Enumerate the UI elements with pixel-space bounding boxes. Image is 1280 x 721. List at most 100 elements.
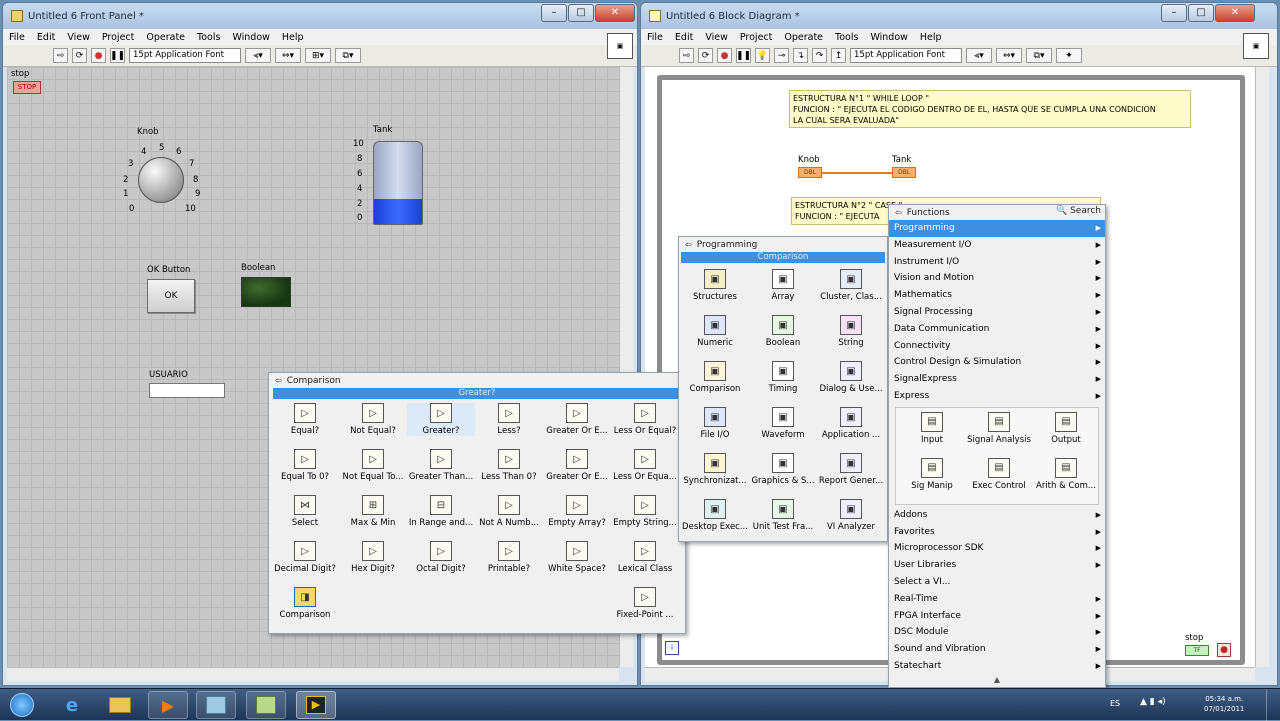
- functions-category-connectivity[interactable]: Connectivity ▶: [889, 338, 1105, 355]
- abort-icon[interactable]: ●: [717, 48, 732, 63]
- comparison-item-greater[interactable]: ▷ Greater?: [407, 403, 475, 436]
- start-button[interactable]: [2, 691, 42, 719]
- comparison-item-greater-or-e[interactable]: ▷ Greater Or E...: [543, 449, 611, 482]
- menu-operate[interactable]: Operate: [146, 32, 185, 43]
- express-item-input[interactable]: ▤ Input: [898, 411, 966, 445]
- programming-item-comparison[interactable]: ▣ Comparison: [681, 361, 749, 394]
- abort-icon[interactable]: ●: [91, 48, 106, 63]
- comparison-item-not-equal[interactable]: ▷ Not Equal?: [339, 403, 407, 436]
- programming-item-desktop-exec[interactable]: ▣ Desktop Exec...: [681, 499, 749, 532]
- block-diagram-vscroll[interactable]: [1255, 67, 1269, 667]
- functions-category-sound-and-vibration[interactable]: Sound and Vibration ▶: [889, 641, 1105, 658]
- comparison-palette-title[interactable]: ⇦ Comparison: [269, 373, 685, 388]
- expand-up-icon[interactable]: ▲: [889, 675, 1105, 684]
- cleanup-diagram-icon[interactable]: ✦: [1056, 48, 1082, 63]
- ok-button[interactable]: OK: [147, 279, 195, 313]
- stop-button[interactable]: STOP: [13, 81, 41, 94]
- align-objects-icon[interactable]: ⫷▾: [245, 48, 271, 63]
- reorder-icon[interactable]: ⧉▾: [335, 48, 361, 63]
- functions-category-user-libraries[interactable]: User Libraries ▶: [889, 557, 1105, 574]
- programming-palette-title[interactable]: ⇦ Programming: [679, 237, 887, 252]
- programming-item-array[interactable]: ▣ Array: [749, 269, 817, 302]
- taskbar-explorer[interactable]: [100, 691, 140, 719]
- comparison-item-empty-string[interactable]: ▷ Empty String...: [611, 495, 679, 528]
- run-continuous-icon[interactable]: ⟳: [698, 48, 713, 63]
- programming-item-synchronizat[interactable]: ▣ Synchronizat...: [681, 453, 749, 486]
- menu-window[interactable]: Window: [232, 32, 269, 43]
- comparison-item-printable[interactable]: ▷ Printable?: [475, 541, 543, 574]
- knob-terminal[interactable]: DBL: [798, 167, 822, 178]
- programming-item-dialog-use[interactable]: ▣ Dialog & Use...: [817, 361, 885, 394]
- functions-category-fpga-interface[interactable]: FPGA Interface ▶: [889, 608, 1105, 625]
- menu-project[interactable]: Project: [740, 32, 773, 43]
- step-out-icon[interactable]: ↥: [831, 48, 846, 63]
- comparison-item-octal-digit[interactable]: ▷ Octal Digit?: [407, 541, 475, 574]
- minimize-button[interactable]: –: [1161, 4, 1187, 22]
- close-button[interactable]: ✕: [1215, 4, 1255, 22]
- taskbar-app[interactable]: [196, 691, 236, 719]
- express-item-arith-com[interactable]: ▤ Arith & Com...: [1032, 457, 1100, 491]
- menu-edit[interactable]: Edit: [675, 32, 693, 43]
- functions-category-programming[interactable]: Programming ▶: [889, 220, 1105, 237]
- font-select[interactable]: 15pt Application Font: [850, 48, 962, 63]
- programming-item-numeric[interactable]: ▣ Numeric: [681, 315, 749, 348]
- comment-while-loop[interactable]: ESTRUCTURA N°1 " WHILE LOOP " FUNCION : …: [789, 90, 1191, 128]
- run-continuous-icon[interactable]: ⟳: [72, 48, 87, 63]
- language-indicator[interactable]: ES: [1110, 699, 1120, 708]
- comparison-item-greater-or-e[interactable]: ▷ Greater Or E...: [543, 403, 611, 436]
- comparison-item-hex-digit[interactable]: ▷ Hex Digit?: [339, 541, 407, 574]
- menu-file[interactable]: File: [9, 32, 25, 43]
- menu-window[interactable]: Window: [870, 32, 907, 43]
- comparison-item-equal-to-0[interactable]: ▷ Equal To 0?: [271, 449, 339, 482]
- functions-category-instrument-i-o[interactable]: Instrument I/O ▶: [889, 254, 1105, 271]
- functions-category-vision-and-motion[interactable]: Vision and Motion ▶: [889, 270, 1105, 287]
- resize-objects-icon[interactable]: ⊞▾: [305, 48, 331, 63]
- close-button[interactable]: ✕: [595, 4, 635, 22]
- taskbar-ie[interactable]: e: [52, 691, 92, 719]
- show-desktop-button[interactable]: [1266, 689, 1280, 721]
- distribute-objects-icon[interactable]: ⇔▾: [275, 48, 301, 63]
- taskbar-labview[interactable]: ▶: [296, 691, 336, 719]
- comparison-item-equal[interactable]: ▷ Equal?: [271, 403, 339, 436]
- functions-category-statechart[interactable]: Statechart ▶: [889, 658, 1105, 675]
- highlight-execution-icon[interactable]: 💡: [755, 48, 770, 63]
- comparison-item-decimal-digit[interactable]: ▷ Decimal Digit?: [271, 541, 339, 574]
- stop-terminal[interactable]: TF: [1185, 645, 1209, 656]
- boolean-led[interactable]: [241, 277, 291, 307]
- programming-item-unit-test-fra[interactable]: ▣ Unit Test Fra...: [749, 499, 817, 532]
- comparison-item-lexical-class[interactable]: ▷ Lexical Class: [611, 541, 679, 574]
- minimize-button[interactable]: –: [541, 4, 567, 22]
- programming-item-report-gener[interactable]: ▣ Report Gener...: [817, 453, 885, 486]
- taskbar-media-player[interactable]: ▶: [148, 691, 188, 719]
- pin-icon[interactable]: ⇦: [275, 376, 282, 385]
- functions-category-control-design-simulation[interactable]: Control Design & Simulation ▶: [889, 354, 1105, 371]
- clock[interactable]: 05:34 a.m. 07/01/2011: [1204, 694, 1244, 714]
- comparison-item-less-or-equal[interactable]: ▷ Less Or Equal?: [611, 403, 679, 436]
- menu-tools[interactable]: Tools: [835, 32, 858, 43]
- comparison-item-less-than-0[interactable]: ▷ Less Than 0?: [475, 449, 543, 482]
- pause-icon[interactable]: ❚❚: [736, 48, 751, 63]
- programming-item-graphics-s[interactable]: ▣ Graphics & S...: [749, 453, 817, 486]
- functions-category-microprocessor-sdk[interactable]: Microprocessor SDK ▶: [889, 540, 1105, 557]
- functions-palette-title[interactable]: ⇦ Functions 🔍 Search: [889, 205, 1105, 220]
- menu-help[interactable]: Help: [920, 32, 942, 43]
- programming-item-waveform[interactable]: ▣ Waveform: [749, 407, 817, 440]
- comparison-item-fixed-point[interactable]: ▷ Fixed-Point ...: [611, 587, 679, 620]
- functions-category-mathematics[interactable]: Mathematics ▶: [889, 287, 1105, 304]
- programming-item-cluster-clas[interactable]: ▣ Cluster, Clas...: [817, 269, 885, 302]
- functions-category-select-a-vi[interactable]: Select a VI...: [889, 574, 1105, 591]
- menu-help[interactable]: Help: [282, 32, 304, 43]
- functions-category-favorites[interactable]: Favorites ▶: [889, 524, 1105, 541]
- comparison-item-white-space[interactable]: ▷ White Space?: [543, 541, 611, 574]
- comparison-item-greater-than[interactable]: ▷ Greater Than...: [407, 449, 475, 482]
- programming-item-boolean[interactable]: ▣ Boolean: [749, 315, 817, 348]
- express-item-output[interactable]: ▤ Output: [1032, 411, 1100, 445]
- front-panel-hscroll[interactable]: [7, 667, 619, 681]
- functions-category-signal-processing[interactable]: Signal Processing ▶: [889, 304, 1105, 321]
- comparison-item-comparison[interactable]: ◨ Comparison: [271, 587, 339, 620]
- comparison-item-not-a-numb[interactable]: ▷ Not A Numb...: [475, 495, 543, 528]
- pin-icon[interactable]: ⇦: [895, 208, 902, 217]
- functions-category-signalexpress[interactable]: SignalExpress ▶: [889, 371, 1105, 388]
- menu-edit[interactable]: Edit: [37, 32, 55, 43]
- retain-wire-values-icon[interactable]: ⊸: [774, 48, 789, 63]
